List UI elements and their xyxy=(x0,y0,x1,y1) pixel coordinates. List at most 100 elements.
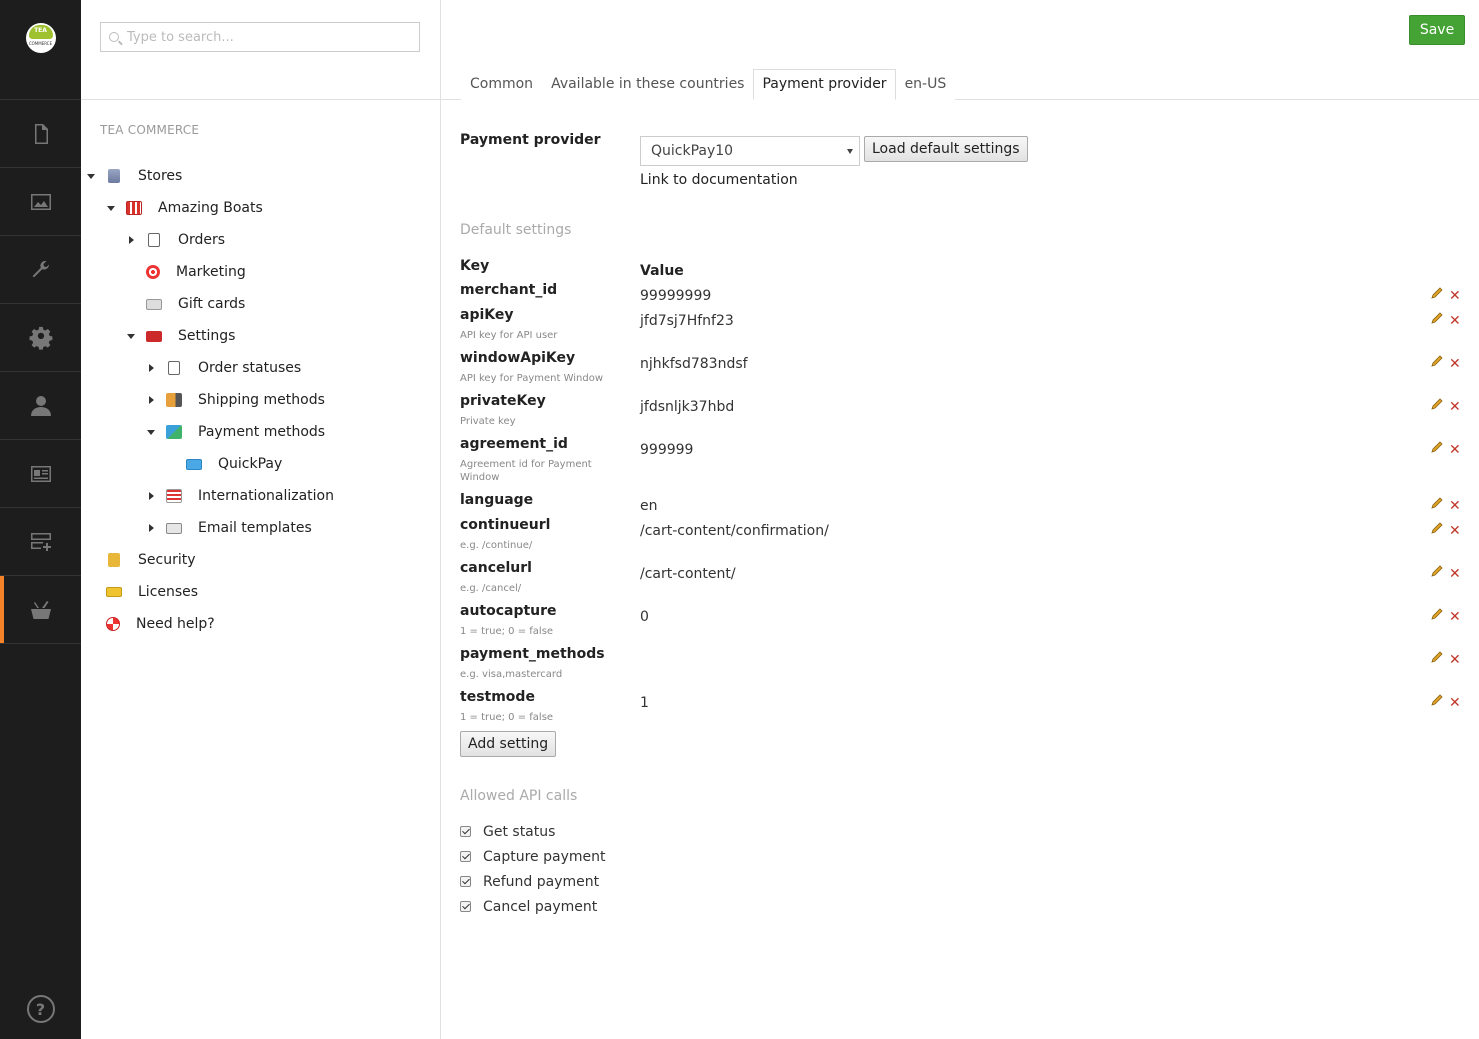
load-default-settings-button[interactable]: Load default settings xyxy=(864,136,1028,162)
logo-area: TEA COMMERCE xyxy=(0,0,81,100)
tab-payment-provider[interactable]: Payment provider xyxy=(753,69,896,100)
delete-icon[interactable]: ✕ xyxy=(1449,289,1461,303)
tab-available-countries[interactable]: Available in these countries xyxy=(542,69,754,100)
caret-right-icon[interactable] xyxy=(146,491,156,501)
tree-node-email-templates[interactable]: Email templates xyxy=(81,512,441,544)
caret-down-icon[interactable] xyxy=(106,203,116,213)
setting-value: jfdsnljk37hbd xyxy=(640,399,735,415)
delete-icon[interactable]: ✕ xyxy=(1449,610,1461,624)
tea-commerce-logo[interactable]: TEA COMMERCE xyxy=(25,22,56,53)
setting-description: 1 = true; 0 = false xyxy=(460,712,554,723)
setting-value: 0 xyxy=(640,609,649,625)
pencil-icon[interactable] xyxy=(1430,440,1444,454)
tree-node-label: QuickPay xyxy=(218,456,283,472)
tree-node-label: Security xyxy=(138,552,196,568)
tree-node-order-statuses[interactable]: Order statuses xyxy=(81,352,441,384)
search-input[interactable] xyxy=(127,29,407,45)
padlock-icon xyxy=(108,553,120,567)
delete-icon[interactable]: ✕ xyxy=(1449,524,1461,538)
tree-node-quickpay[interactable]: QuickPay xyxy=(81,448,441,480)
nav-tea-commerce[interactable] xyxy=(0,576,81,644)
documentation-link[interactable]: Link to documentation xyxy=(640,172,798,188)
pencil-icon[interactable] xyxy=(1430,496,1444,510)
caret-down-icon[interactable] xyxy=(126,331,136,341)
tab-en-us[interactable]: en-US xyxy=(895,69,956,100)
setting-key: autocapture xyxy=(460,603,557,619)
tree-node-gift-cards[interactable]: Gift cards xyxy=(81,288,441,320)
setting-value: /cart-content/ xyxy=(640,566,736,582)
caret-right-icon[interactable] xyxy=(146,523,156,533)
tree-node-shipping-methods[interactable]: Shipping methods xyxy=(81,384,441,416)
setting-value: en xyxy=(640,498,658,514)
tree-node-orders[interactable]: Orders xyxy=(81,224,441,256)
tree-node-need-help[interactable]: Need help? xyxy=(81,608,441,640)
api-calls-list: Get status Capture payment Refund paymen… xyxy=(460,819,605,919)
setting-key: payment_methods xyxy=(460,646,605,662)
pencil-icon[interactable] xyxy=(1430,354,1444,368)
checkbox[interactable] xyxy=(460,901,471,912)
setting-key: continueurl xyxy=(460,517,551,533)
caret-down-icon[interactable] xyxy=(146,427,156,437)
delete-icon[interactable]: ✕ xyxy=(1449,696,1461,710)
tree-node-internationalization[interactable]: Internationalization xyxy=(81,480,441,512)
nav-members[interactable] xyxy=(0,440,81,508)
pencil-icon[interactable] xyxy=(1430,564,1444,578)
help-icon[interactable]: ? xyxy=(26,995,55,1023)
pencil-icon[interactable] xyxy=(1430,650,1444,664)
delete-icon[interactable]: ✕ xyxy=(1449,653,1461,667)
pencil-icon[interactable] xyxy=(1430,521,1444,535)
tree-node-stores[interactable]: Stores xyxy=(81,160,441,192)
delete-icon[interactable]: ✕ xyxy=(1449,400,1461,414)
checkbox[interactable] xyxy=(460,851,471,862)
content-tree: Stores Amazing Boats Orders Marketing Gi… xyxy=(81,160,441,640)
setting-value: /cart-content/confirmation/ xyxy=(640,523,829,539)
checkbox[interactable] xyxy=(460,826,471,837)
delete-icon[interactable]: ✕ xyxy=(1449,443,1461,457)
pencil-icon[interactable] xyxy=(1430,286,1444,300)
setting-description: 1 = true; 0 = false xyxy=(460,626,554,637)
nav-forms[interactable] xyxy=(0,508,81,576)
default-settings-title: Default settings xyxy=(460,222,572,238)
pencil-icon[interactable] xyxy=(1430,607,1444,621)
tree-node-label: Need help? xyxy=(136,616,215,632)
tree-node-marketing[interactable]: Marketing xyxy=(81,256,441,288)
caret-right-icon[interactable] xyxy=(146,395,156,405)
tree-node-payment-methods[interactable]: Payment methods xyxy=(81,416,441,448)
tree-node-label: Email templates xyxy=(198,520,312,536)
nav-users[interactable] xyxy=(0,372,81,440)
nav-developer[interactable] xyxy=(0,304,81,372)
api-call-label: Capture payment xyxy=(483,848,606,865)
caret-empty xyxy=(86,619,96,629)
pencil-icon[interactable] xyxy=(1430,311,1444,325)
gear-icon xyxy=(29,326,52,350)
caret-down-icon[interactable] xyxy=(86,171,96,181)
api-call-capture-payment: Capture payment xyxy=(460,844,605,869)
pencil-icon[interactable] xyxy=(1430,693,1444,707)
api-call-get-status: Get status xyxy=(460,819,605,844)
caret-right-icon[interactable] xyxy=(126,235,136,245)
tree-node-settings[interactable]: Settings xyxy=(81,320,441,352)
caret-right-icon[interactable] xyxy=(146,363,156,373)
add-setting-button[interactable]: Add setting xyxy=(460,731,557,757)
delete-icon[interactable]: ✕ xyxy=(1449,357,1461,371)
nav-settings-tools[interactable] xyxy=(0,236,81,304)
tree-node-amazing-boats[interactable]: Amazing Boats xyxy=(81,192,441,224)
tab-common[interactable]: Common xyxy=(461,69,543,100)
delete-icon[interactable]: ✕ xyxy=(1449,499,1461,513)
checkbox[interactable] xyxy=(460,876,471,887)
nav-content[interactable] xyxy=(0,100,81,168)
pencil-icon[interactable] xyxy=(1430,397,1444,411)
building-icon xyxy=(108,169,120,183)
delete-icon[interactable]: ✕ xyxy=(1449,314,1461,328)
help-area: ? xyxy=(0,995,81,1023)
delete-icon[interactable]: ✕ xyxy=(1449,567,1461,581)
server-add-icon xyxy=(30,532,51,551)
tree-node-licenses[interactable]: Licenses xyxy=(81,576,441,608)
save-button[interactable]: Save xyxy=(1409,15,1465,45)
tree-node-label: Shipping methods xyxy=(198,392,325,408)
license-icon xyxy=(106,587,122,597)
nav-media[interactable] xyxy=(0,168,81,236)
flag-icon xyxy=(166,489,182,503)
payment-provider-select[interactable]: QuickPay10 xyxy=(640,136,860,166)
tree-node-security[interactable]: Security xyxy=(81,544,441,576)
